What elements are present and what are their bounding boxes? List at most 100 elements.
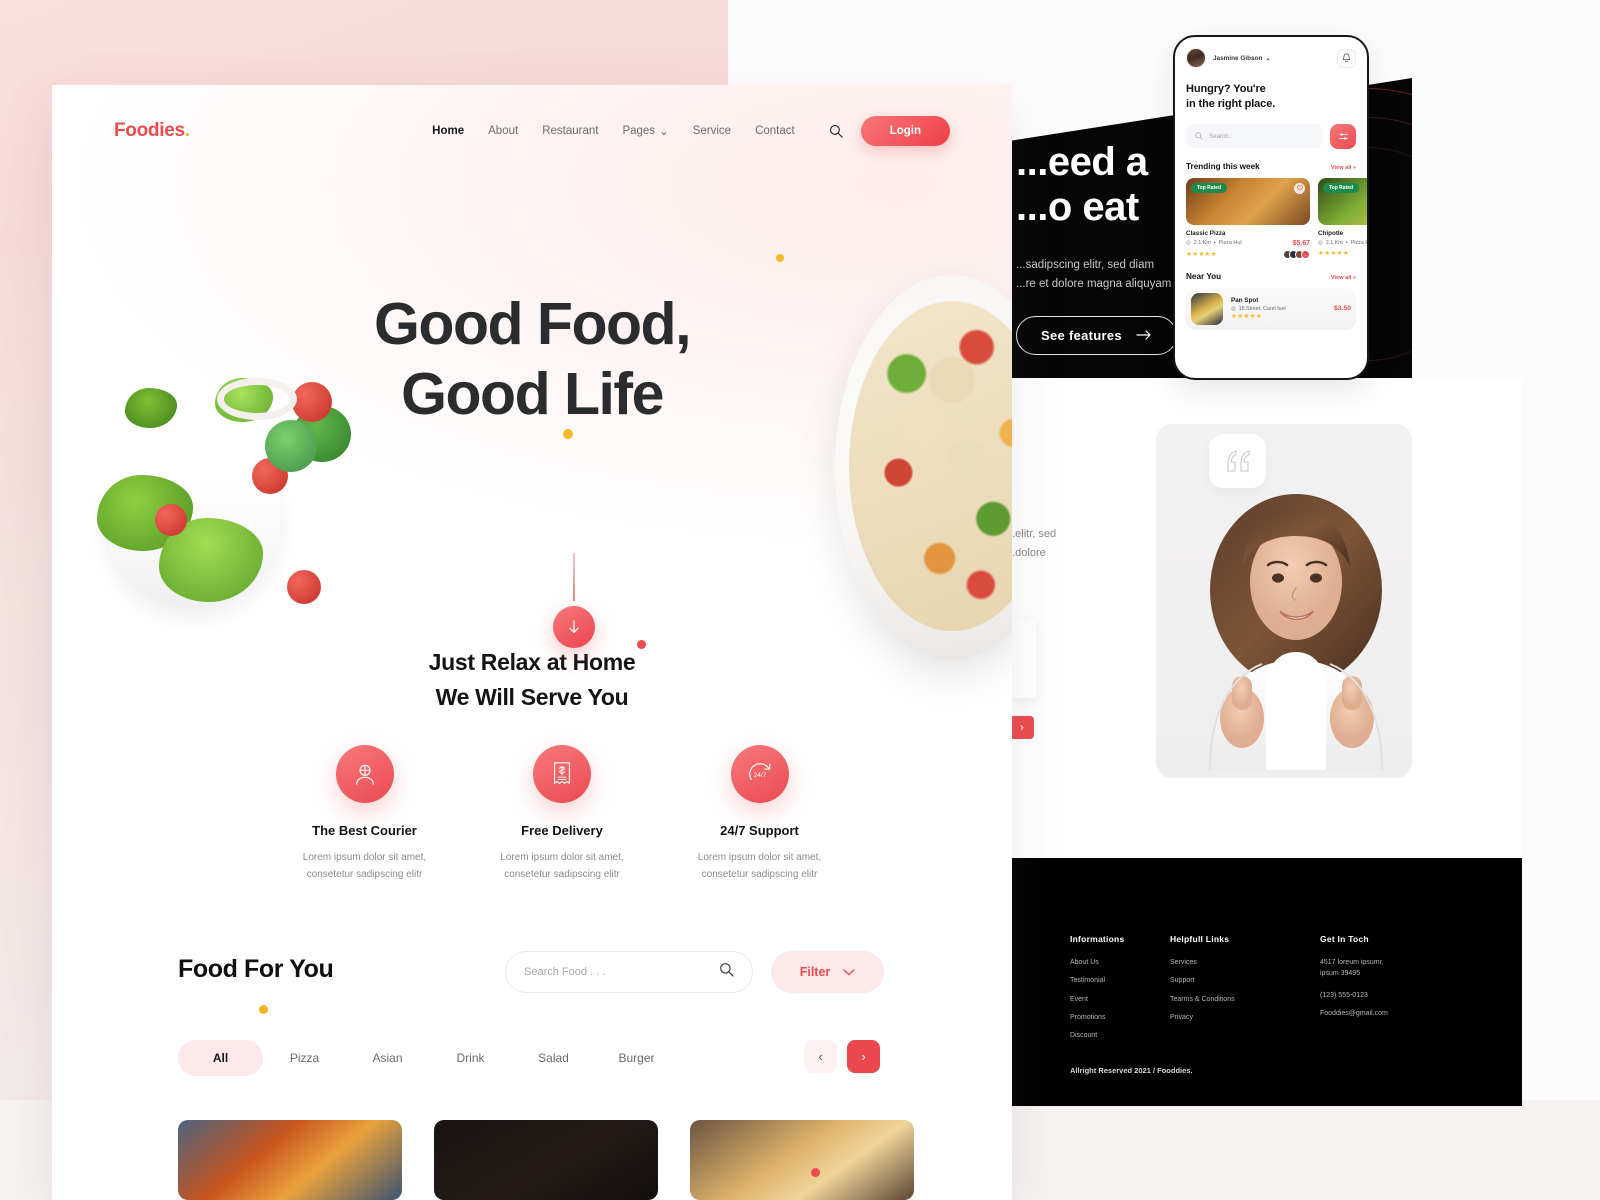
notification-bell-icon[interactable] xyxy=(1337,48,1356,68)
testimonial-person-photo xyxy=(1180,470,1412,778)
footer-column-contact: Get In Toch 4517 loreum ipsumr, ipsum 39… xyxy=(1320,934,1470,1049)
footer-phone[interactable]: (123) 555-0123 xyxy=(1320,991,1470,1001)
food-thumbnail xyxy=(1191,292,1223,325)
feature-title: Free Delivery xyxy=(521,823,603,838)
nav-item-service[interactable]: Service xyxy=(693,125,731,137)
feature-card-courier: The Best Courier Lorem ipsum dolor sit a… xyxy=(282,745,447,883)
location-pin-icon: ◎ xyxy=(1186,240,1191,247)
footer-link[interactable]: Support xyxy=(1170,976,1320,986)
food-search-input[interactable] xyxy=(524,966,709,978)
food-card[interactable] xyxy=(178,1120,402,1200)
footer-link[interactable]: Event xyxy=(1070,995,1170,1005)
category-tab-drink[interactable]: Drink xyxy=(429,1040,512,1076)
filter-label: Filter xyxy=(799,965,831,979)
app-username: Jasmine Gibson ⌄ xyxy=(1213,54,1271,63)
chevron-down-icon: ⌄ xyxy=(659,126,669,138)
app-header: Jasmine Gibson ⌄ xyxy=(1186,48,1356,68)
white-notch xyxy=(1010,620,1036,698)
feature-desc: Lorem ipsum dolor sit amet, consetetur s… xyxy=(697,852,822,881)
near-you-item[interactable]: Pan Spot ◎ 15 Street, Carel fuel ★★★★★ $… xyxy=(1186,287,1356,330)
site-footer: Informations About Us Testimonial Event … xyxy=(1010,858,1522,1106)
courier-icon xyxy=(335,745,394,803)
desktop-website-mockup: Foodies. Home About Restaurant Pages ⌄ S… xyxy=(52,85,1012,1200)
quote-icon xyxy=(1209,434,1266,488)
food-distance: 2.1 Km xyxy=(1325,239,1343,246)
mini-next-button[interactable]: › xyxy=(1010,716,1034,739)
feature-card-support: 24/7 24/7 Support Lorem ipsum dolor sit … xyxy=(677,745,842,883)
footer-column-helpful-links: Helpfull Links Services Support Tearms &… xyxy=(1170,934,1320,1049)
nav-links: Home About Restaurant Pages ⌄ Service Co… xyxy=(432,124,795,138)
nav-item-contact[interactable]: Contact xyxy=(755,125,795,137)
search-icon[interactable] xyxy=(719,962,734,982)
avatar xyxy=(1186,48,1206,68)
search-icon xyxy=(1195,132,1203,140)
carousel-prev-button[interactable]: ‹ xyxy=(804,1040,837,1073)
trending-card-list: Top Rated Classic Pizza ◎ 2.1 Km • Pizza… xyxy=(1186,177,1367,259)
food-distance: 2.1 Km xyxy=(1193,240,1211,247)
footer-address: 4517 loreum ipsumr, ipsum 39495 xyxy=(1320,959,1384,977)
arrow-right-icon xyxy=(1136,328,1152,343)
carousel-pager: ‹ › xyxy=(804,1040,880,1073)
category-tab-salad[interactable]: Salad xyxy=(512,1040,595,1076)
footer-link[interactable]: Testimonial xyxy=(1070,976,1170,986)
nav-item-restaurant[interactable]: Restaurant xyxy=(542,125,598,137)
nav-item-home[interactable]: Home xyxy=(432,125,464,137)
feature-desc: Lorem ipsum dolor sit amet, consetetur s… xyxy=(302,852,427,881)
site-logo[interactable]: Foodies. xyxy=(114,120,190,142)
trending-view-all[interactable]: View all » xyxy=(1331,165,1356,171)
accent-dot-red xyxy=(637,640,646,649)
near-you-view-all[interactable]: View all » xyxy=(1331,275,1356,281)
app-filter-button[interactable] xyxy=(1330,123,1356,149)
feature-title: The Best Courier xyxy=(312,823,417,838)
footer-link[interactable]: Privacy xyxy=(1170,1013,1320,1023)
app-user[interactable]: Jasmine Gibson ⌄ xyxy=(1186,48,1271,68)
category-tab-pizza[interactable]: Pizza xyxy=(263,1040,346,1076)
footer-link[interactable]: Promotions xyxy=(1070,1013,1170,1023)
see-features-button[interactable]: See features xyxy=(1016,316,1177,355)
top-rated-badge: Top Rated xyxy=(1323,182,1360,193)
food-name: Pan Spot xyxy=(1231,296,1259,304)
nav-item-pages[interactable]: Pages ⌄ xyxy=(622,124,668,138)
food-card[interactable] xyxy=(434,1120,658,1200)
scroll-indicator-line xyxy=(573,553,575,601)
footer-title: Get In Toch xyxy=(1320,934,1369,944)
category-tab-asian[interactable]: Asian xyxy=(346,1040,429,1076)
footer-column-informations: Informations About Us Testimonial Event … xyxy=(1070,934,1170,1049)
accent-dot-red xyxy=(811,1168,820,1177)
category-tab-burger[interactable]: Burger xyxy=(595,1040,678,1076)
food-search-box[interactable] xyxy=(505,951,753,993)
footer-link[interactable]: Discount xyxy=(1070,1031,1170,1041)
app-search-placeholder: Search.. xyxy=(1209,132,1233,140)
design-canvas: ...eed a ...o eat ...sadipscing elitr, s… xyxy=(0,0,1600,1200)
search-icon[interactable] xyxy=(829,124,843,138)
trending-card[interactable]: Top Rated Classic Pizza ◎ 2.1 Km • Pizza… xyxy=(1186,177,1310,259)
dark-panel-heading: ...eed a ...o eat xyxy=(1016,140,1148,229)
login-button[interactable]: Login xyxy=(860,116,950,146)
mobile-app-mockup: Jasmine Gibson ⌄ Hungry? You're in the r… xyxy=(1173,35,1369,380)
heart-icon[interactable] xyxy=(1294,182,1305,194)
food-card-list xyxy=(178,1120,914,1200)
carousel-next-button[interactable]: › xyxy=(847,1040,880,1073)
footer-link[interactable]: Tearms & Conditions xyxy=(1170,995,1320,1005)
footer-title: Helpfull Links xyxy=(1170,934,1230,944)
accent-dot-yellow xyxy=(776,254,784,262)
food-card[interactable] xyxy=(690,1120,914,1200)
footer-email[interactable]: Fooddies@gmail.com xyxy=(1320,1009,1470,1019)
scroll-down-button[interactable] xyxy=(553,606,595,648)
filter-button[interactable]: Filter xyxy=(771,951,884,993)
top-rated-badge: Top Rated xyxy=(1191,182,1228,193)
rating-stars: ★★★★★ xyxy=(1318,249,1350,257)
nav-item-about[interactable]: About xyxy=(488,125,518,137)
location-pin-icon: ◎ xyxy=(1318,239,1323,246)
near-you-title: Near You xyxy=(1186,271,1222,281)
trending-card[interactable]: Top Rated Chipotle ◎ 2.1 Km • Pizza H ★★… xyxy=(1318,177,1367,259)
chevron-down-icon xyxy=(843,965,855,979)
svg-text:24/7: 24/7 xyxy=(753,772,766,779)
app-search-input[interactable]: Search.. xyxy=(1186,124,1323,149)
category-tab-all[interactable]: All xyxy=(178,1040,263,1076)
app-greeting: Hungry? You're in the right place. xyxy=(1186,83,1276,110)
footer-link[interactable]: About Us xyxy=(1070,958,1170,968)
food-name: Classic Pizza xyxy=(1186,229,1226,237)
chevron-down-icon: ⌄ xyxy=(1265,55,1271,62)
footer-link[interactable]: Services xyxy=(1170,958,1320,968)
